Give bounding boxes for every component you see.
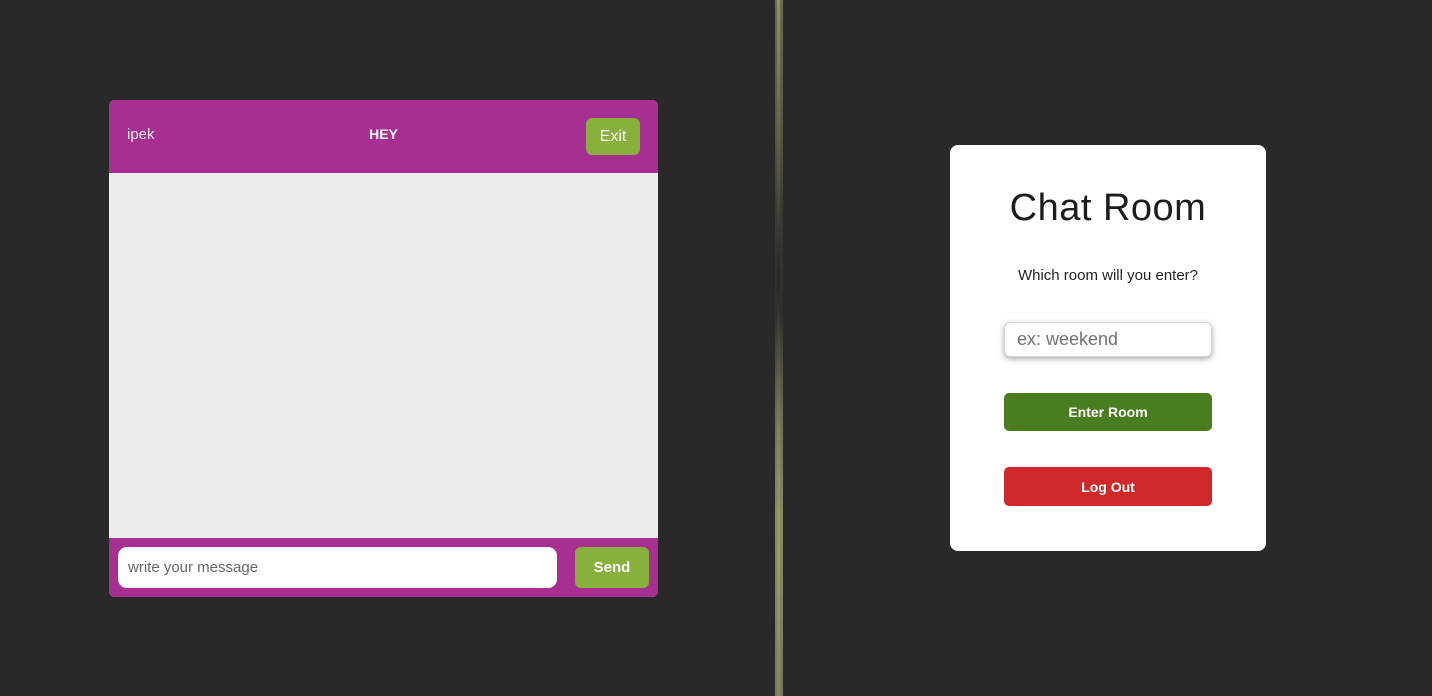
chat-footer: Send	[109, 538, 658, 597]
message-input[interactable]	[118, 547, 557, 588]
chat-messages-area[interactable]	[109, 173, 658, 538]
exit-button[interactable]: Exit	[586, 118, 640, 155]
chat-header: ipek HEY Exit	[109, 100, 658, 173]
page-title: Chat Room	[1009, 187, 1207, 229]
enter-room-button[interactable]: Enter Room	[1004, 393, 1212, 431]
room-pane: Chat Room Which room will you enter? Ent…	[783, 0, 1432, 696]
chat-username: ipek	[127, 126, 155, 143]
chat-window: ipek HEY Exit Send	[109, 100, 658, 597]
logout-button[interactable]: Log Out	[1004, 467, 1212, 506]
room-select-card: Chat Room Which room will you enter? Ent…	[950, 145, 1266, 551]
room-input[interactable]	[1004, 322, 1212, 357]
room-question: Which room will you enter?	[1017, 267, 1199, 284]
send-button[interactable]: Send	[575, 547, 649, 588]
chat-room-name: HEY	[369, 126, 398, 142]
chat-pane: ipek HEY Exit Send	[0, 0, 775, 696]
window-divider[interactable]	[775, 0, 783, 696]
